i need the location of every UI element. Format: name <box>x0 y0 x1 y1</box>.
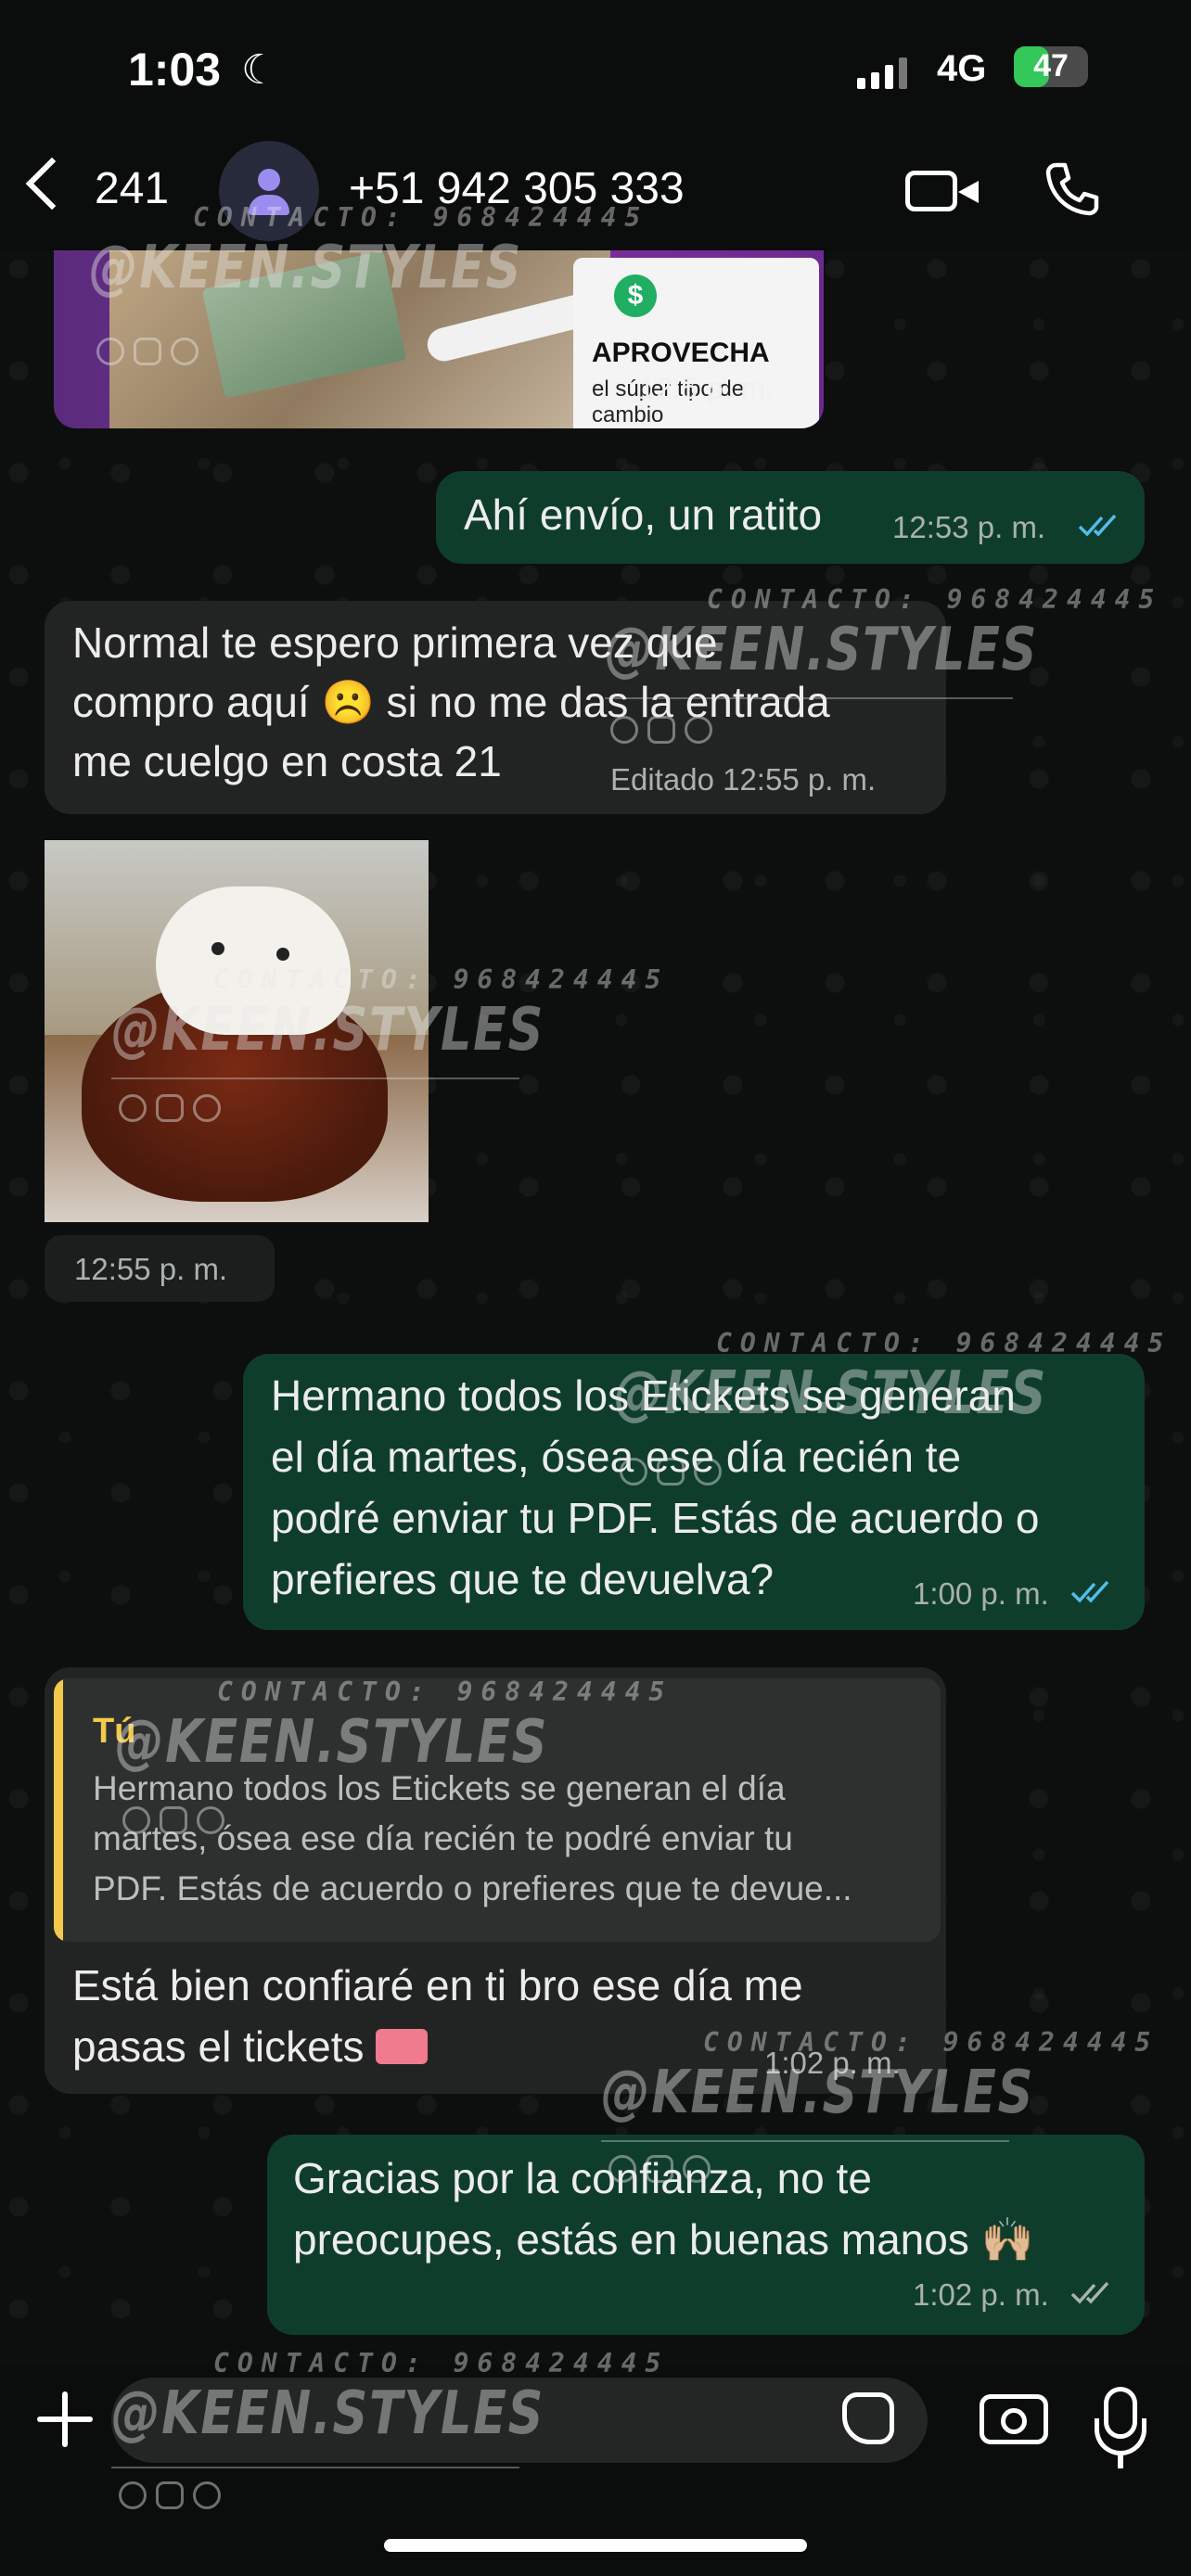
watermark-social-icons <box>96 338 198 365</box>
watermark-handle: @KEEN.STYLES <box>89 234 523 302</box>
signal-icon <box>857 56 907 89</box>
watermark-handle: @KEEN.STYLES <box>614 1359 1048 1428</box>
message-time: 12:53 p. m. <box>892 510 1046 544</box>
watermark-contact: CONTACTO: 968424445 <box>213 964 670 995</box>
message-line: Está bien confiaré en ti bro ese día me <box>72 1961 803 2009</box>
focus-moon-icon: ☾ <box>241 47 278 93</box>
read-ticks-icon <box>1070 1580 1109 1603</box>
message-time: 1:02 p. m. <box>913 2277 1049 2312</box>
message-line: me cuelgo en costa 21 <box>72 737 502 785</box>
watermark-underline <box>111 2467 519 2468</box>
watermark-contact: CONTACTO: 968424445 <box>703 2027 1159 2058</box>
watermark-contact: CONTACTO: 968424445 <box>213 2348 670 2378</box>
ticket-emoji-icon <box>376 2028 429 2064</box>
watermark-social-icons <box>608 2155 711 2183</box>
watermark-contact: CONTACTO: 968424445 <box>716 1328 1172 1358</box>
outgoing-message[interactable]: Ahí envío, un ratito 12:53 p. m. <box>436 471 1145 564</box>
watermark-handle: @KEEN.STYLES <box>605 616 1039 684</box>
unread-count[interactable]: 241 <box>95 163 169 214</box>
video-call-icon[interactable] <box>905 171 979 211</box>
promo-title: APROVECHA <box>592 338 770 368</box>
message-line: Gracias por la confianza, no te <box>293 2154 872 2202</box>
read-ticks-icon <box>1078 514 1117 537</box>
watermark-handle: @KEEN.STYLES <box>601 2059 1035 2127</box>
battery-level: 47 <box>1033 48 1069 83</box>
message-line: prefieres que te devuelva? <box>271 1555 775 1603</box>
message-time: 12:55 p. m. <box>74 1252 228 1286</box>
watermark-contact: CONTACTO: 968424445 <box>707 584 1163 615</box>
image-time-pill: 12:55 p. m. <box>45 1235 275 1302</box>
microphone-foot <box>1118 2454 1123 2468</box>
watermark-social-icons <box>610 716 712 744</box>
watermark-handle: @KEEN.STYLES <box>111 996 545 1065</box>
message-text: pasas el tickets <box>72 2022 365 2071</box>
battery-icon: 47 <box>1014 46 1088 87</box>
watermark-underline <box>111 1078 519 1079</box>
message-line: podré enviar tu PDF. Estás de acuerdo o <box>271 1494 1040 1542</box>
message-text: Ahí envío, un ratito <box>464 491 823 539</box>
watermark-social-icons <box>119 1094 221 1122</box>
watermark-contact: CONTACTO: 968424445 <box>193 202 649 233</box>
phone-call-icon[interactable] <box>1043 159 1102 219</box>
message-time: 12:5 p. m. <box>638 371 775 405</box>
watermark-social-icons <box>122 1806 224 1834</box>
watermark-handle: @KEEN.STYLES <box>115 1708 549 1777</box>
message-line: el día martes, ósea ese día recién te <box>271 1433 962 1481</box>
message-line: pasas el tickets <box>72 2016 429 2077</box>
message-line: preocupes, estás en buenas manos 🙌🏼 <box>293 2215 1034 2264</box>
home-indicator <box>384 2539 807 2552</box>
camera-icon[interactable] <box>980 2394 1048 2444</box>
watermark-underline <box>601 2140 1009 2142</box>
watermark-underline <box>605 697 1013 699</box>
sticker-icon[interactable] <box>842 2392 894 2444</box>
watermark-handle: @KEEN.STYLES <box>111 2379 545 2448</box>
dollar-icon: $ <box>614 274 657 317</box>
message-time: Editado 12:55 p. m. <box>610 762 877 797</box>
delivered-ticks-icon <box>1070 2281 1109 2304</box>
watermark-contact: CONTACTO: 968424445 <box>217 1677 673 1707</box>
status-time: 1:03 <box>128 44 222 96</box>
watermark-social-icons <box>119 2481 221 2509</box>
watermark-social-icons <box>620 1458 722 1486</box>
network-type: 4G <box>937 48 987 89</box>
quote-line: PDF. Estás de acuerdo o prefieres que te… <box>93 1869 852 1907</box>
message-time: 1:00 p. m. <box>913 1576 1049 1611</box>
plus-icon[interactable] <box>62 2391 68 2447</box>
